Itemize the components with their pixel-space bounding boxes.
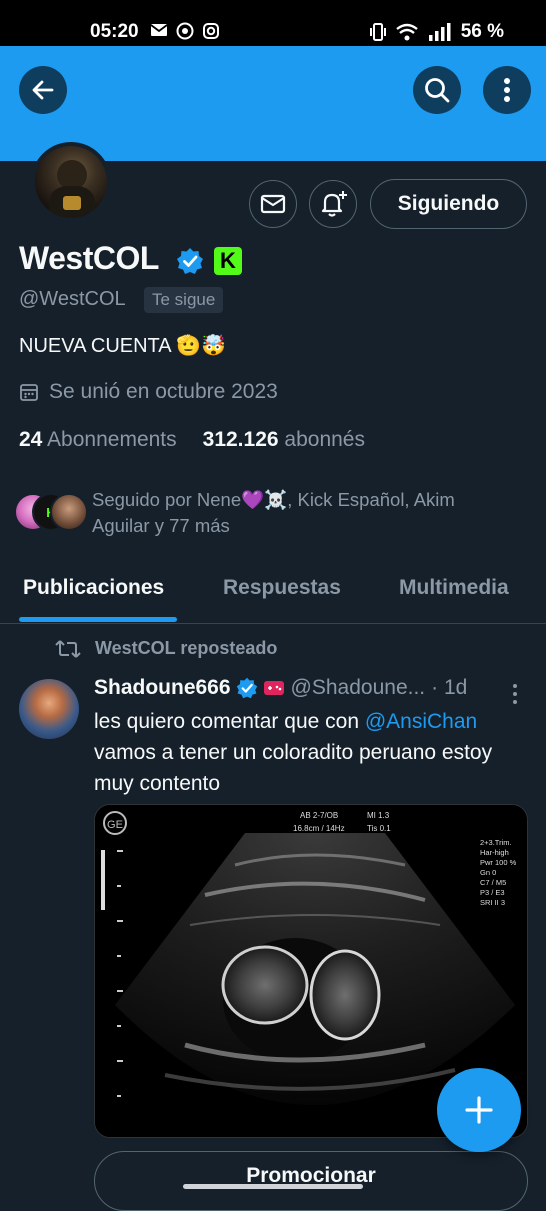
us-side-5: P3 / E3: [480, 888, 505, 897]
vibrate-icon: [369, 23, 386, 41]
tab-replies[interactable]: Respuestas: [223, 576, 341, 600]
profile-bio: NUEVA CUENTA 🫡🤯: [19, 335, 226, 357]
mutual-avatar-3: [50, 493, 88, 531]
following-label: Abonnements: [47, 428, 177, 451]
message-button[interactable]: [249, 180, 297, 228]
us-side-2: Pwr 100 %: [480, 858, 517, 867]
mutual-followers-avatars[interactable]: K: [14, 491, 88, 531]
status-time: 05:20: [90, 21, 139, 42]
join-date-text: Se unió en octubre 2023: [49, 380, 278, 403]
arrow-left-icon: [32, 80, 54, 100]
status-bar: 05:20 56 %: [0, 0, 546, 46]
follows-you-badge: Te sigue: [144, 287, 224, 313]
repost-label: WestCOL reposteado: [95, 638, 278, 658]
join-date: Se unió en octubre 2023: [19, 380, 278, 404]
more-vertical-icon: [504, 78, 510, 102]
instagram-icon: [203, 23, 219, 39]
profile-tabs: Publicaciones Respuestas Multimedia: [0, 560, 546, 624]
active-tab-indicator: [19, 617, 177, 622]
compose-button[interactable]: [437, 1068, 521, 1152]
verified-badge-icon: [236, 677, 257, 699]
home-indicator: [183, 1184, 363, 1189]
profile-avatar[interactable]: [31, 142, 111, 222]
followers-stat[interactable]: 312.126 abonnés: [203, 428, 365, 452]
followers-count: 312.126: [202, 428, 279, 451]
tweet-text-part1: les quiero comentar que con: [94, 710, 365, 733]
ge-logo-icon: GE: [107, 819, 123, 831]
user-handle: @WestCOL: [19, 288, 126, 310]
us-header-left: AB 2-7/OB: [300, 811, 338, 820]
display-name: WestCOL: [19, 240, 159, 276]
kick-badge-icon: K: [214, 247, 242, 275]
envelope-icon: [260, 194, 286, 214]
followers-label: abonnés: [284, 428, 365, 451]
us-side-4: C7 / M5: [480, 878, 506, 887]
mail-icon: [150, 24, 168, 36]
following-button[interactable]: Siguiendo: [370, 179, 527, 229]
battery-level: 56 %: [460, 21, 504, 42]
signal-icon: [428, 23, 451, 41]
calendar-icon: [20, 384, 38, 401]
following-stat[interactable]: 24 Abonnements: [19, 428, 177, 452]
us-header-mi: MI 1.3: [367, 811, 390, 820]
us-side-6: SRI II 3: [480, 898, 505, 907]
wifi-icon: [395, 23, 418, 41]
tweet-header: Shadoune666 @Shadoune... · 1d: [94, 676, 467, 700]
notifications-button[interactable]: [309, 180, 357, 228]
following-count: 24: [19, 428, 43, 451]
tab-posts[interactable]: Publicaciones: [23, 576, 164, 600]
us-side-0: 2+3.Trim.: [480, 838, 512, 847]
tweet-author-avatar[interactable]: [19, 679, 79, 739]
search-button[interactable]: [413, 66, 461, 114]
gamepad-icon: [263, 681, 284, 695]
more-options-button[interactable]: [483, 66, 531, 114]
search-icon: [425, 78, 450, 103]
followed-by-text[interactable]: Seguido por Nene💜☠️, Kick Español, Akim …: [92, 487, 512, 539]
repost-indicator[interactable]: WestCOL reposteado: [55, 638, 277, 659]
bell-plus-icon: [321, 191, 347, 217]
us-side-3: Gn 0: [480, 868, 496, 877]
us-header-tis: Tis 0.1: [367, 824, 391, 833]
verified-badge-icon: [177, 248, 203, 274]
follow-stats: 24 Abonnements 312.126 abonnés: [19, 428, 365, 452]
tab-media[interactable]: Multimedia: [399, 576, 509, 600]
repost-icon: [55, 639, 81, 658]
tweet-time: · 1d: [431, 676, 468, 699]
tweet-mention-link[interactable]: @AnsiChan: [365, 710, 477, 733]
us-side-1: Har-high: [480, 848, 509, 857]
plus-icon: [465, 1096, 493, 1124]
tweet-body: les quiero comentar que con @AnsiChan va…: [94, 706, 534, 799]
tweet-more-icon[interactable]: [511, 683, 519, 705]
back-button[interactable]: [19, 66, 67, 114]
tweet-author-handle[interactable]: @Shadoune...: [291, 676, 426, 700]
whatsapp-icon: [176, 22, 194, 40]
tweet-text-part2: vamos a tener un coloradito peruano esto…: [94, 741, 493, 795]
promote-button[interactable]: Promocionar: [94, 1151, 528, 1211]
us-header-depth: 16.8cm / 14Hz: [293, 824, 345, 833]
tweet-author-name[interactable]: Shadoune666: [94, 676, 231, 700]
